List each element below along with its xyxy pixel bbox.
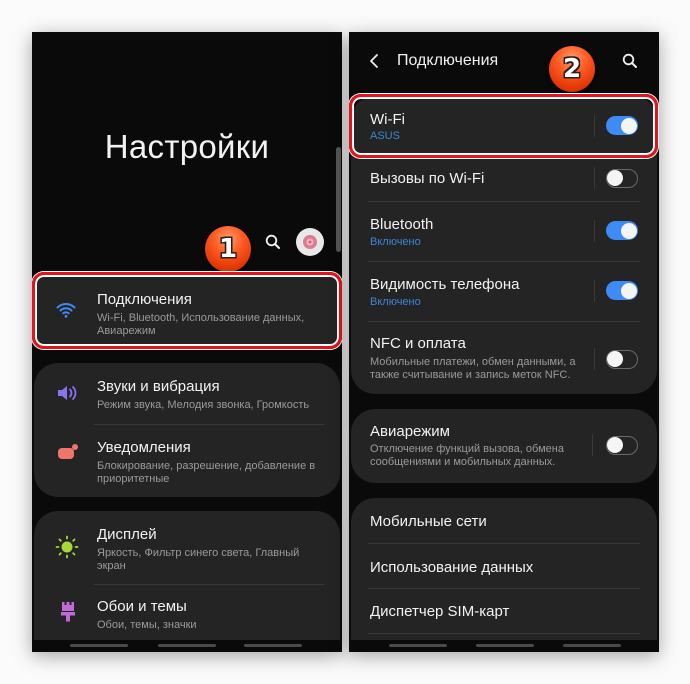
separator — [594, 220, 595, 242]
item-subtitle: Мобильные платежи, обмен данными, а такж… — [370, 356, 576, 381]
item-title: Авиарежим — [370, 423, 450, 440]
item-title: Диспетчер SIM-карт — [370, 603, 510, 620]
step-badge-1: 1 — [205, 226, 251, 272]
nav-back-button[interactable] — [563, 644, 621, 647]
step-badge-2: 2 — [549, 46, 595, 92]
setting-row-phone-visibility[interactable]: Видимость телефона Включено — [351, 262, 657, 321]
item-title: NFC и оплата — [370, 335, 466, 352]
scrollbar[interactable] — [336, 147, 341, 252]
item-subtitle: Режим звука, Мелодия звонка, Громкость — [97, 399, 310, 411]
setting-row-data-usage[interactable]: Использование данных — [351, 544, 657, 589]
item-subtitle: Включено — [370, 296, 421, 308]
wifi-calling-toggle[interactable] — [606, 169, 638, 188]
wifi-toggle[interactable] — [606, 116, 638, 135]
separator — [594, 167, 595, 189]
separator — [594, 348, 595, 370]
setting-row-nfc[interactable]: NFC и оплата Мобильные платежи, обмен да… — [351, 322, 657, 394]
airplane-card: Авиарежим Отключение функций вызова, обм… — [351, 409, 657, 483]
setting-row-airplane-mode[interactable]: Авиарежим Отключение функций вызова, обм… — [351, 409, 657, 483]
separator — [594, 280, 595, 302]
item-title: Уведомления — [97, 439, 191, 456]
profile-avatar[interactable] — [296, 228, 324, 256]
settings-item-sounds[interactable]: Звуки и вибрация Режим звука, Мелодия зв… — [34, 363, 340, 425]
notification-icon — [58, 444, 78, 459]
settings-item-display[interactable]: Дисплей Яркость, Фильтр синего света, Гл… — [34, 511, 340, 584]
search-icon — [622, 53, 637, 68]
search-button[interactable] — [621, 52, 639, 70]
connections-card: Подключения Wi-Fi, Bluetooth, Использова… — [34, 276, 340, 346]
item-title: Подключения — [97, 291, 192, 308]
item-title: Видимость телефона — [370, 276, 520, 293]
item-subtitle: Wi-Fi, Bluetooth, Использование данных, … — [97, 312, 305, 337]
item-title: Дисплей — [97, 526, 157, 543]
paint-brush-icon — [61, 602, 75, 622]
settings-item-notifications[interactable]: Уведомления Блокирование, разрешение, до… — [34, 425, 340, 497]
chevron-left-icon — [370, 54, 378, 68]
item-title: Wi-Fi — [370, 111, 405, 128]
nav-home-button[interactable] — [158, 644, 216, 647]
connections-list-card: Wi-Fi ASUS Вызовы по Wi-Fi Bluetooth Вкл… — [351, 96, 657, 394]
wifi-icon — [56, 303, 76, 318]
bluetooth-toggle[interactable] — [606, 221, 638, 240]
separator — [592, 434, 593, 456]
sound-notifications-card: Звуки и вибрация Режим звука, Мелодия зв… — [34, 363, 340, 497]
search-icon — [265, 234, 280, 249]
setting-row-wifi-calling[interactable]: Вызовы по Wi-Fi — [351, 156, 657, 201]
volume-icon — [58, 386, 77, 400]
phone-visibility-toggle[interactable] — [606, 281, 638, 300]
setting-row-sim-manager[interactable]: Диспетчер SIM-карт — [351, 589, 657, 634]
item-title: Bluetooth — [370, 216, 434, 233]
nav-recent-button[interactable] — [389, 644, 447, 647]
page-title: Подключения — [397, 52, 499, 69]
navigation-bar — [32, 640, 342, 652]
avatar-icon — [303, 235, 317, 249]
search-button[interactable] — [264, 233, 282, 251]
navigation-bar — [349, 640, 659, 652]
item-title: Мобильные сети — [370, 513, 487, 530]
item-subtitle: Обои, темы, значки — [97, 619, 197, 631]
display-themes-card: Дисплей Яркость, Фильтр синего света, Гл… — [34, 511, 340, 652]
item-subtitle: Отключение функций вызова, обмена сообще… — [370, 443, 564, 468]
settings-item-connections[interactable]: Подключения Wi-Fi, Bluetooth, Использова… — [34, 276, 340, 346]
divider — [368, 633, 640, 634]
nav-back-button[interactable] — [244, 644, 302, 647]
separator — [594, 115, 595, 137]
item-title: Использование данных — [370, 559, 534, 576]
setting-row-wifi[interactable]: Wi-Fi ASUS — [351, 96, 657, 156]
item-subtitle: Блокирование, разрешение, добавление в п… — [97, 460, 316, 485]
brightness-icon — [55, 535, 79, 559]
item-subtitle: Включено — [370, 236, 421, 248]
nav-home-button[interactable] — [476, 644, 534, 647]
airplane-mode-toggle[interactable] — [606, 436, 638, 455]
setting-row-mobile-networks[interactable]: Мобильные сети — [351, 498, 657, 544]
network-card: Мобильные сети Использование данных Дисп… — [351, 498, 657, 652]
nav-recent-button[interactable] — [70, 644, 128, 647]
nfc-toggle[interactable] — [606, 350, 638, 369]
page-title: Настройки — [104, 128, 270, 165]
item-title: Звуки и вибрация — [97, 378, 220, 395]
connections-screen: Подключения 2 Wi-Fi ASUS Вызовы по Wi-Fi… — [349, 32, 659, 652]
item-title: Вызовы по Wi-Fi — [370, 170, 485, 187]
settings-screen: Настройки 1 Подключения Wi-Fi, Bluetooth… — [32, 32, 342, 652]
settings-item-wallpapers[interactable]: Обои и темы Обои, темы, значки — [34, 585, 340, 645]
setting-row-bluetooth[interactable]: Bluetooth Включено — [351, 202, 657, 262]
item-title: Обои и темы — [97, 598, 187, 615]
item-subtitle: ASUS — [370, 130, 400, 142]
back-button[interactable] — [367, 52, 383, 70]
item-subtitle: Яркость, Фильтр синего света, Главный эк… — [97, 547, 300, 572]
